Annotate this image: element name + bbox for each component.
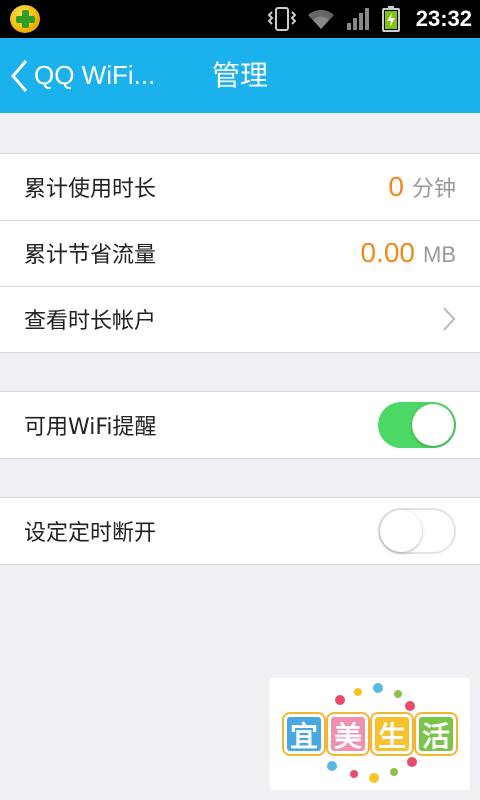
view-time-account-label: 查看时长帐户 [24,309,157,334]
wifi-icon [307,9,334,29]
timed-disconnect-toggle[interactable] [378,508,456,554]
usage-time-number: 0 [388,171,404,202]
toggle-knob [412,404,454,446]
timed-disconnect-label: 设定定时断开 [24,521,157,546]
timed-disconnect-group: 设定定时断开 [0,497,480,565]
signal-icon [346,8,369,30]
wifi-reminder-toggle[interactable] [378,402,456,448]
watermark-char: 活 [416,714,456,754]
data-saved-unit: MB [423,242,456,267]
battery-charging-icon [381,6,400,32]
usage-time-label: 累计使用时长 [24,177,157,202]
vibrate-icon [267,7,296,31]
wifi-reminder-label: 可用WiFi提醒 [24,415,157,440]
wifi-reminder-group: 可用WiFi提醒 [0,391,480,459]
data-saved-label: 累计节省流量 [24,243,157,268]
app-notification-icon [10,5,40,33]
timed-disconnect-row: 设定定时断开 [0,498,480,564]
clock: 23:32 [415,6,472,31]
chevron-right-icon [443,307,456,331]
toggle-knob [380,510,422,552]
usage-time-row: 累计使用时长 0 分钟 [0,154,480,220]
usage-time-value: 0 分钟 [388,171,456,203]
watermark-text: 宜 美 生 活 [270,714,470,754]
watermark-char: 生 [372,714,412,754]
app-bar: QQ WiFi... 管理 [0,38,480,113]
status-icons: 23:32 [267,0,472,38]
watermark-char: 美 [328,714,368,754]
stats-group: 累计使用时长 0 分钟 累计节省流量 0.00 MB 查看时长帐户 [0,153,480,353]
watermark-char: 宜 [284,714,324,754]
view-time-account-row[interactable]: 查看时长帐户 [0,286,480,352]
status-bar: 23:32 [0,0,480,38]
page-title: 管理 [211,59,268,92]
data-saved-value: 0.00 MB [361,237,457,269]
usage-time-unit: 分钟 [411,176,456,201]
wifi-reminder-row: 可用WiFi提醒 [0,392,480,458]
data-saved-row: 累计节省流量 0.00 MB [0,220,480,286]
watermark-logo: 宜 美 生 活 [270,678,470,790]
data-saved-number: 0.00 [360,237,416,268]
